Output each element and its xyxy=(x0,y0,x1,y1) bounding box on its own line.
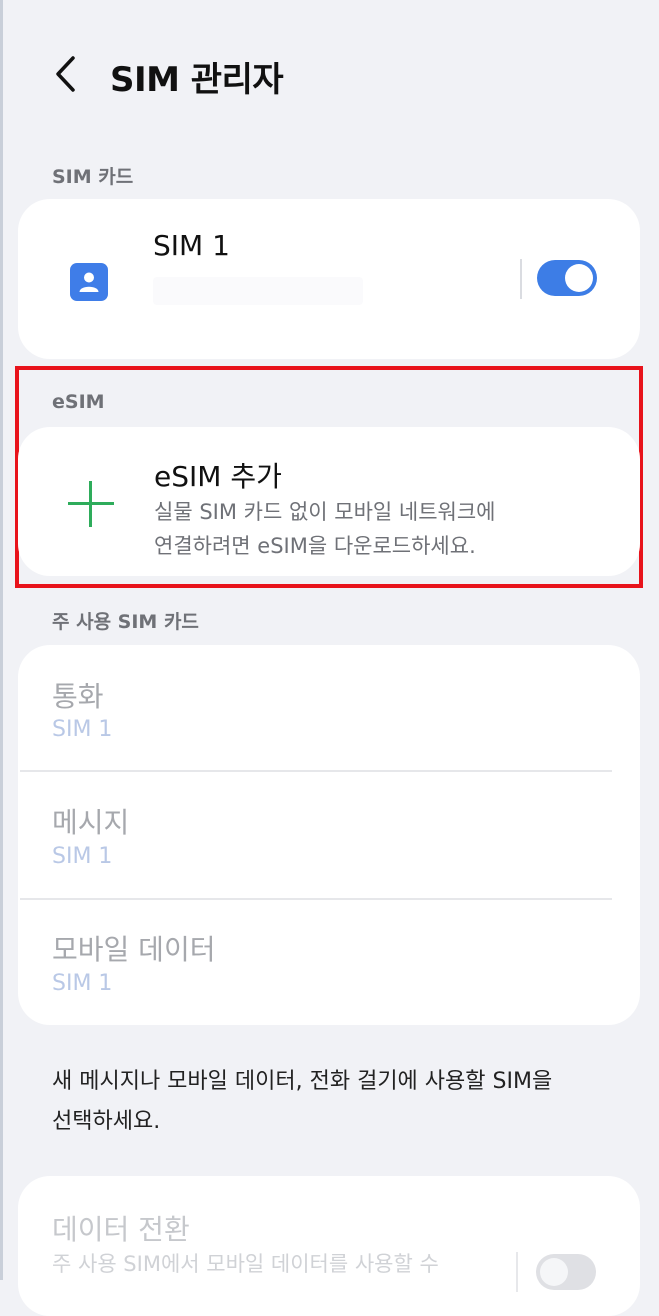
screen-edge xyxy=(0,0,3,1280)
sim-card-person-icon xyxy=(70,263,108,301)
list-item-messages[interactable]: 메시지 SIM 1 xyxy=(18,772,640,898)
calls-title: 통화 xyxy=(52,680,104,713)
toggle-knob xyxy=(540,1258,568,1286)
page-title: SIM 관리자 xyxy=(110,60,284,100)
data-switch-toggle[interactable] xyxy=(536,1254,596,1290)
data-switch-title: 데이터 전환 xyxy=(52,1213,190,1246)
sim-1-card[interactable]: SIM 1 xyxy=(18,199,640,359)
mobile-data-title: 모바일 데이터 xyxy=(52,933,216,966)
list-item-mobile-data[interactable]: 모바일 데이터 SIM 1 xyxy=(18,900,640,1025)
vertical-divider xyxy=(520,259,522,299)
footer-note-line-1: 새 메시지나 모바일 데이터, 전화 걸기에 사용할 SIM을 xyxy=(52,1069,553,1094)
back-button[interactable] xyxy=(44,50,88,98)
footer-note: 새 메시지나 모바일 데이터, 전화 걸기에 사용할 SIM을 선택하세요. xyxy=(52,1062,612,1142)
sim-1-toggle[interactable] xyxy=(537,260,597,296)
calls-value: SIM 1 xyxy=(52,717,113,742)
toggle-knob xyxy=(565,264,593,292)
primary-sim-list: 통화 SIM 1 메시지 SIM 1 모바일 데이터 SIM 1 xyxy=(18,645,640,1025)
data-switch-description: 주 사용 SIM에서 모바일 데이터를 사용할 수 xyxy=(52,1252,439,1276)
data-switch-card[interactable]: 데이터 전환 주 사용 SIM에서 모바일 데이터를 사용할 수 xyxy=(18,1176,640,1316)
plus-icon xyxy=(68,481,114,527)
vertical-divider xyxy=(516,1252,518,1292)
add-esim-description-line-1: 실물 SIM 카드 없이 모바일 네트워크에 xyxy=(154,500,496,524)
mobile-data-value: SIM 1 xyxy=(52,971,113,996)
messages-title: 메시지 xyxy=(52,806,130,839)
section-label-primary-sim: 주 사용 SIM 카드 xyxy=(52,611,199,633)
sim-1-number-redacted xyxy=(153,277,363,305)
add-esim-button[interactable]: eSIM 추가 실물 SIM 카드 없이 모바일 네트워크에 연결하려면 eSI… xyxy=(18,427,640,576)
add-esim-title: eSIM 추가 xyxy=(154,460,282,493)
sim-1-name: SIM 1 xyxy=(153,229,230,262)
section-label-esim: eSIM xyxy=(52,391,105,413)
chevron-left-icon xyxy=(56,56,75,92)
add-esim-description-line-2: 연결하려면 eSIM을 다운로드하세요. xyxy=(154,534,476,558)
section-label-sim-cards: SIM 카드 xyxy=(52,166,134,188)
add-esim-description: 실물 SIM 카드 없이 모바일 네트워크에 연결하려면 eSIM을 다운로드하… xyxy=(154,495,614,563)
list-item-calls[interactable]: 통화 SIM 1 xyxy=(18,645,640,771)
footer-note-line-2: 선택하세요. xyxy=(52,1109,161,1134)
messages-value: SIM 1 xyxy=(52,844,113,869)
